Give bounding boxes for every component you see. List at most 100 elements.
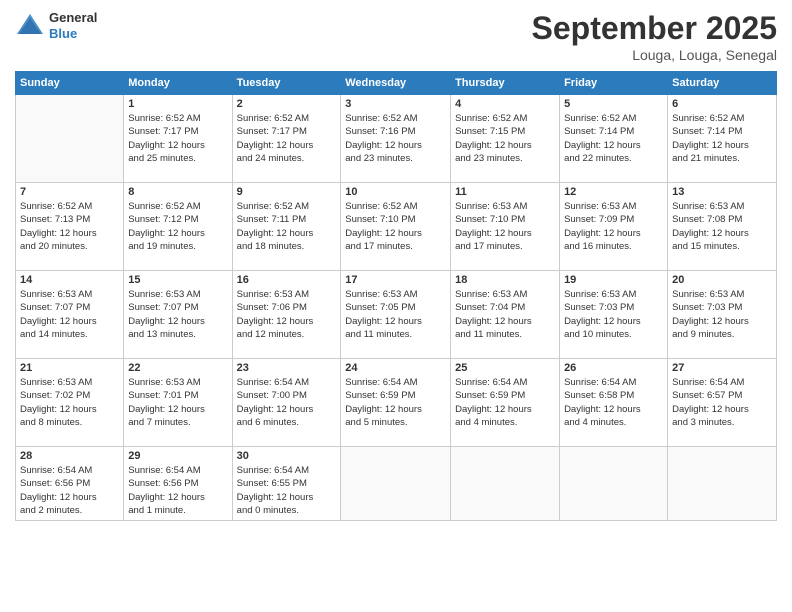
day-number: 19 xyxy=(564,274,663,286)
day-number: 12 xyxy=(564,186,663,198)
day-info: Sunrise: 6:52 AM Sunset: 7:13 PM Dayligh… xyxy=(20,200,119,253)
col-monday: Monday xyxy=(124,72,232,95)
table-row: 15 Sunrise: 6:53 AM Sunset: 7:07 PM Dayli… xyxy=(124,271,232,359)
table-row: 3 Sunrise: 6:52 AM Sunset: 7:16 PM Daylig… xyxy=(341,95,451,183)
table-row: 2Sunrise: 6:52 AM Sunset: 7:17 PM Daylig… xyxy=(232,95,341,183)
day-info: Sunrise: 6:53 AM Sunset: 7:07 PM Dayligh… xyxy=(128,288,227,341)
day-info: Sunrise: 6:53 AM Sunset: 7:01 PM Dayligh… xyxy=(128,376,227,429)
logo-general: General xyxy=(49,10,97,26)
month-title: September 2025 xyxy=(532,10,777,47)
table-row xyxy=(16,95,124,183)
day-info: Sunrise: 6:52 AM Sunset: 7:15 PM Dayligh… xyxy=(455,112,555,165)
day-number: 14 xyxy=(20,274,119,286)
logo-text: General Blue xyxy=(49,10,97,41)
col-friday: Friday xyxy=(560,72,668,95)
day-number: 20 xyxy=(672,274,772,286)
day-number: 8 xyxy=(128,186,227,198)
col-tuesday: Tuesday xyxy=(232,72,341,95)
logo-icon xyxy=(15,12,45,40)
table-row: 14 Sunrise: 6:53 AM Sunset: 7:07 PM Dayli… xyxy=(16,271,124,359)
table-row: 29 Sunrise: 6:54 AM Sunset: 6:56 PM Dayli… xyxy=(124,447,232,521)
day-number: 9 xyxy=(237,186,337,198)
table-row: 1 Sunrise: 6:52 AM Sunset: 7:17 PM Daylig… xyxy=(124,95,232,183)
day-number: 4 xyxy=(455,98,555,110)
table-row: 6 Sunrise: 6:52 AM Sunset: 7:14 PM Daylig… xyxy=(668,95,777,183)
col-sunday: Sunday xyxy=(16,72,124,95)
day-info: Sunrise: 6:52 AM Sunset: 7:17 PM Dayligh… xyxy=(128,112,227,165)
calendar-table: Sunday Monday Tuesday Wednesday Thursday… xyxy=(15,71,777,521)
day-number: 27 xyxy=(672,362,772,374)
day-number: 13 xyxy=(672,186,772,198)
day-info: Sunrise: 6:52 AM Sunset: 7:17 PM Dayligh… xyxy=(237,112,337,165)
day-info: Sunrise: 6:52 AM Sunset: 7:10 PM Dayligh… xyxy=(345,200,446,253)
header-row: Sunday Monday Tuesday Wednesday Thursday… xyxy=(16,72,777,95)
day-info: Sunrise: 6:53 AM Sunset: 7:08 PM Dayligh… xyxy=(672,200,772,253)
day-number: 29 xyxy=(128,450,227,462)
day-info: Sunrise: 6:54 AM Sunset: 7:00 PM Dayligh… xyxy=(237,376,337,429)
table-row: 20 Sunrise: 6:53 AM Sunset: 7:03 PM Dayli… xyxy=(668,271,777,359)
day-info: Sunrise: 6:54 AM Sunset: 6:59 PM Dayligh… xyxy=(345,376,446,429)
table-row: 17 Sunrise: 6:53 AM Sunset: 7:05 PM Dayli… xyxy=(341,271,451,359)
day-number: 18 xyxy=(455,274,555,286)
day-info: Sunrise: 6:53 AM Sunset: 7:07 PM Dayligh… xyxy=(20,288,119,341)
day-number: 11 xyxy=(455,186,555,198)
day-number: 22 xyxy=(128,362,227,374)
day-info: Sunrise: 6:53 AM Sunset: 7:02 PM Dayligh… xyxy=(20,376,119,429)
day-info: Sunrise: 6:53 AM Sunset: 7:03 PM Dayligh… xyxy=(672,288,772,341)
day-info: Sunrise: 6:52 AM Sunset: 7:16 PM Dayligh… xyxy=(345,112,446,165)
day-number: 28 xyxy=(20,450,119,462)
table-row xyxy=(341,447,451,521)
day-info: Sunrise: 6:53 AM Sunset: 7:05 PM Dayligh… xyxy=(345,288,446,341)
day-info: Sunrise: 6:52 AM Sunset: 7:11 PM Dayligh… xyxy=(237,200,337,253)
logo: General Blue xyxy=(15,10,97,41)
table-row: 4 Sunrise: 6:52 AM Sunset: 7:15 PM Daylig… xyxy=(451,95,560,183)
day-info: Sunrise: 6:54 AM Sunset: 6:56 PM Dayligh… xyxy=(20,464,119,517)
table-row: 10 Sunrise: 6:52 AM Sunset: 7:10 PM Dayli… xyxy=(341,183,451,271)
day-info: Sunrise: 6:54 AM Sunset: 6:59 PM Dayligh… xyxy=(455,376,555,429)
table-row: 28 Sunrise: 6:54 AM Sunset: 6:56 PM Dayli… xyxy=(16,447,124,521)
day-number: 24 xyxy=(345,362,446,374)
table-row: 21 Sunrise: 6:53 AM Sunset: 7:02 PM Dayli… xyxy=(16,359,124,447)
day-info: Sunrise: 6:53 AM Sunset: 7:10 PM Dayligh… xyxy=(455,200,555,253)
day-number: 6 xyxy=(672,98,772,110)
table-row: 11 Sunrise: 6:53 AM Sunset: 7:10 PM Dayli… xyxy=(451,183,560,271)
table-row: 24 Sunrise: 6:54 AM Sunset: 6:59 PM Dayli… xyxy=(341,359,451,447)
table-row xyxy=(560,447,668,521)
day-info: Sunrise: 6:54 AM Sunset: 6:58 PM Dayligh… xyxy=(564,376,663,429)
col-saturday: Saturday xyxy=(668,72,777,95)
day-number: 3 xyxy=(345,98,446,110)
table-row: 7Sunrise: 6:52 AM Sunset: 7:13 PM Daylig… xyxy=(16,183,124,271)
day-info: Sunrise: 6:53 AM Sunset: 7:04 PM Dayligh… xyxy=(455,288,555,341)
day-info: Sunrise: 6:52 AM Sunset: 7:12 PM Dayligh… xyxy=(128,200,227,253)
table-row: 13 Sunrise: 6:53 AM Sunset: 7:08 PM Dayli… xyxy=(668,183,777,271)
day-number: 30 xyxy=(237,450,337,462)
col-thursday: Thursday xyxy=(451,72,560,95)
day-number: 16 xyxy=(237,274,337,286)
day-info: Sunrise: 6:53 AM Sunset: 7:09 PM Dayligh… xyxy=(564,200,663,253)
day-number: 21 xyxy=(20,362,119,374)
table-row: 26 Sunrise: 6:54 AM Sunset: 6:58 PM Dayli… xyxy=(560,359,668,447)
day-number: 10 xyxy=(345,186,446,198)
day-info: Sunrise: 6:52 AM Sunset: 7:14 PM Dayligh… xyxy=(672,112,772,165)
day-number: 25 xyxy=(455,362,555,374)
table-row: 8 Sunrise: 6:52 AM Sunset: 7:12 PM Daylig… xyxy=(124,183,232,271)
day-number: 1 xyxy=(128,98,227,110)
calendar-page: General Blue September 2025 Louga, Louga… xyxy=(0,0,792,612)
table-row: 23 Sunrise: 6:54 AM Sunset: 7:00 PM Dayli… xyxy=(232,359,341,447)
table-row: 22 Sunrise: 6:53 AM Sunset: 7:01 PM Dayli… xyxy=(124,359,232,447)
day-number: 15 xyxy=(128,274,227,286)
location: Louga, Louga, Senegal xyxy=(532,47,777,63)
title-block: September 2025 Louga, Louga, Senegal xyxy=(532,10,777,63)
day-info: Sunrise: 6:54 AM Sunset: 6:56 PM Dayligh… xyxy=(128,464,227,517)
day-number: 5 xyxy=(564,98,663,110)
table-row: 25 Sunrise: 6:54 AM Sunset: 6:59 PM Dayli… xyxy=(451,359,560,447)
table-row: 19Sunrise: 6:53 AM Sunset: 7:03 PM Dayli… xyxy=(560,271,668,359)
table-row xyxy=(451,447,560,521)
col-wednesday: Wednesday xyxy=(341,72,451,95)
day-number: 23 xyxy=(237,362,337,374)
day-number: 26 xyxy=(564,362,663,374)
day-number: 17 xyxy=(345,274,446,286)
table-row: 18 Sunrise: 6:53 AM Sunset: 7:04 PM Dayli… xyxy=(451,271,560,359)
table-row: 27Sunrise: 6:54 AM Sunset: 6:57 PM Dayli… xyxy=(668,359,777,447)
table-row: 12 Sunrise: 6:53 AM Sunset: 7:09 PM Dayli… xyxy=(560,183,668,271)
